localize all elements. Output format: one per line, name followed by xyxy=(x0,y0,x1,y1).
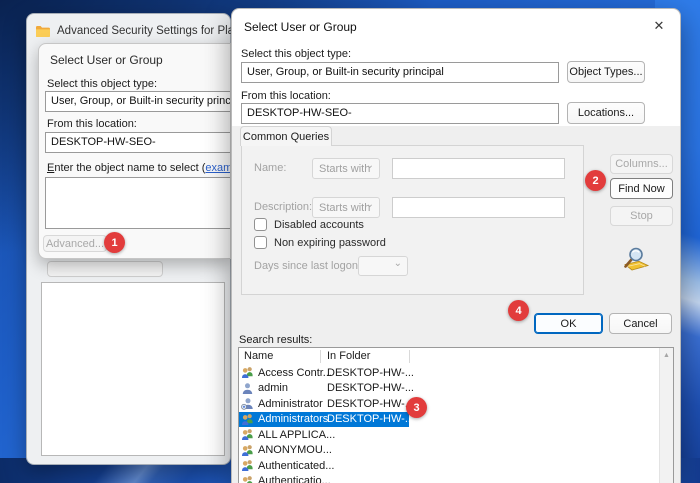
dialog-title: Select User or Group xyxy=(50,53,163,67)
column-header-in-folder[interactable]: In Folder xyxy=(327,350,370,362)
group-icon xyxy=(241,413,254,426)
object-name-input[interactable] xyxy=(45,177,231,229)
select-user-group-dialog-back: Select User or Group Select this object … xyxy=(38,43,231,259)
location-label: From this location: xyxy=(47,118,137,130)
description-operator-select[interactable]: Starts with ⌄ xyxy=(312,197,380,218)
search-folder-icon xyxy=(618,246,650,274)
list-item[interactable]: Authenticated... xyxy=(239,458,658,474)
partially-hidden-button xyxy=(47,261,163,277)
chevron-down-icon: ⌄ xyxy=(366,160,374,171)
list-item[interactable]: Access Contr... DESKTOP-HW-... xyxy=(239,365,658,381)
column-header-name[interactable]: Name xyxy=(244,350,273,362)
chevron-down-icon: ⌄ xyxy=(366,199,374,210)
columns-button[interactable]: Columns... xyxy=(610,154,673,174)
group-icon xyxy=(241,475,254,483)
group-icon xyxy=(241,459,254,472)
examples-link[interactable]: examples xyxy=(205,162,231,174)
dialog-title: Select User or Group xyxy=(244,20,357,34)
cancel-button[interactable]: Cancel xyxy=(609,313,672,334)
description-label: Description: xyxy=(254,201,312,213)
scrollbar[interactable]: ▲ xyxy=(659,348,673,483)
column-separator[interactable] xyxy=(320,350,321,363)
name-query-input[interactable] xyxy=(392,158,565,179)
days-since-logon-select[interactable]: ⌄ xyxy=(358,256,408,276)
group-icon xyxy=(241,366,254,379)
disabled-accounts-label: Disabled accounts xyxy=(274,219,364,231)
window-content-area xyxy=(41,282,225,456)
list-item[interactable]: Administrators DESKTOP-HW-... xyxy=(239,412,658,428)
ok-button[interactable]: OK xyxy=(534,313,603,334)
stop-button[interactable]: Stop xyxy=(610,206,673,226)
window-titlebar[interactable]: Advanced Security Settings for Platform xyxy=(35,22,260,40)
list-item[interactable]: ALL APPLICA... xyxy=(239,427,658,443)
select-user-group-dialog: Select User or Group ✕ Select this objec… xyxy=(231,8,681,483)
object-type-label: Select this object type: xyxy=(47,78,157,90)
desktop: Advanced Security Settings for Platform … xyxy=(0,0,700,483)
list-item[interactable]: admin DESKTOP-HW-... xyxy=(239,381,658,397)
location-field: DESKTOP-HW-SEO- xyxy=(45,132,231,153)
window-title: Advanced Security Settings for Platform xyxy=(57,25,260,37)
user-badge-icon xyxy=(241,397,254,410)
list-item[interactable]: ANONYMOU... xyxy=(239,443,658,459)
scroll-up-icon[interactable]: ▲ xyxy=(660,352,673,359)
object-type-field: User, Group, or Built-in security princi… xyxy=(241,62,559,83)
list-rows: Access Contr... DESKTOP-HW-... admin DES… xyxy=(239,365,658,483)
chevron-down-icon: ⌄ xyxy=(394,258,402,269)
object-type-field: User, Group, or Built-in security princi… xyxy=(45,91,231,112)
list-item[interactable]: Administrator DESKTOP-HW-... xyxy=(239,396,658,412)
location-field: DESKTOP-HW-SEO- xyxy=(241,103,559,124)
annotation-step-4: 4 xyxy=(508,300,529,321)
group-icon xyxy=(241,428,254,441)
name-operator-select[interactable]: Starts with ⌄ xyxy=(312,158,380,179)
list-header: Name In Folder xyxy=(239,348,673,365)
locations-button[interactable]: Locations... xyxy=(567,102,645,124)
annotation-step-1: 1 xyxy=(104,232,125,253)
find-now-button[interactable]: Find Now xyxy=(610,178,673,199)
search-results-label: Search results: xyxy=(239,334,312,346)
non-expiring-password-label: Non expiring password xyxy=(274,237,386,249)
non-expiring-password-checkbox[interactable] xyxy=(254,236,267,249)
description-query-input[interactable] xyxy=(392,197,565,218)
location-label: From this location: xyxy=(241,90,331,102)
object-types-button[interactable]: Object Types... xyxy=(567,61,645,83)
annotation-step-2: 2 xyxy=(585,170,606,191)
annotation-step-3: 3 xyxy=(406,397,427,418)
user-icon xyxy=(241,382,254,395)
search-results-list: Name In Folder Access Contr... DESKTOP-H… xyxy=(238,347,674,483)
folder-icon xyxy=(35,25,51,38)
group-icon xyxy=(241,444,254,457)
tab-common-queries[interactable]: Common Queries xyxy=(240,126,332,146)
enter-object-name-label: Enter the object name to select (example… xyxy=(47,162,231,174)
disabled-accounts-checkbox[interactable] xyxy=(254,218,267,231)
object-type-label: Select this object type: xyxy=(241,48,351,60)
name-label: Name: xyxy=(254,162,286,174)
column-separator[interactable] xyxy=(409,350,410,363)
wallpaper-light-streak xyxy=(63,462,237,483)
days-since-logon-label: Days since last logon: xyxy=(254,260,361,272)
close-icon[interactable]: ✕ xyxy=(650,17,668,35)
list-item[interactable]: Authenticatio... xyxy=(239,474,658,483)
common-queries-panel: Name: Starts with ⌄ Description: Starts … xyxy=(241,145,584,295)
advanced-button[interactable]: Advanced... xyxy=(43,235,107,252)
